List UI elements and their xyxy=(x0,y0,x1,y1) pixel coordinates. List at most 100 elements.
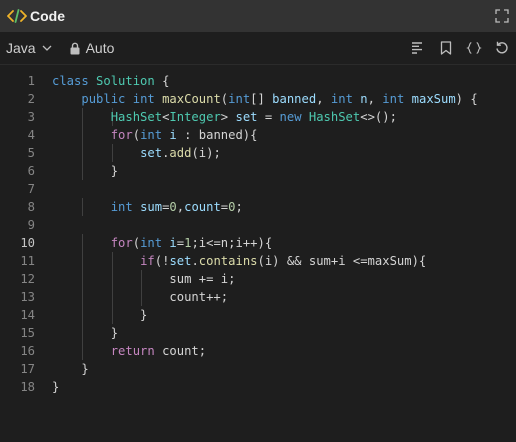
code-token: class xyxy=(52,74,89,88)
code-line[interactable]: 15 } xyxy=(0,324,516,342)
code-token: contains xyxy=(198,254,258,268)
line-number: 14 xyxy=(20,308,35,322)
code-line[interactable]: 5 set.add(i); xyxy=(0,144,516,162)
code-line[interactable]: 10 for(int i=1;i<=n;i++){ xyxy=(0,234,516,252)
line-number: 13 xyxy=(20,290,35,304)
code-token: for xyxy=(110,236,133,250)
code-token: int xyxy=(140,236,163,250)
line-number: 1 xyxy=(27,74,35,88)
code-token: count xyxy=(184,200,221,214)
code-line[interactable]: 9 xyxy=(0,216,516,234)
code-token: } xyxy=(52,362,89,376)
code-token: if xyxy=(140,254,155,268)
code-text: sum += i; xyxy=(52,270,235,288)
chevron-down-icon xyxy=(41,42,53,54)
code-token: set xyxy=(169,254,192,268)
code-line[interactable]: 11 if(!set.contains(i) && sum+i <=maxSum… xyxy=(0,252,516,270)
code-token: public xyxy=(81,92,126,106)
fullscreen-icon[interactable] xyxy=(494,8,510,24)
code-text: } xyxy=(52,378,59,396)
code-token: > xyxy=(220,110,236,124)
code-token: count; xyxy=(154,344,207,358)
code-token: banned xyxy=(272,92,317,106)
code-text: } xyxy=(52,360,89,378)
code-line[interactable]: 16 return count; xyxy=(0,342,516,360)
line-number: 10 xyxy=(20,236,35,250)
panel-header: Code xyxy=(0,0,516,32)
code-line[interactable]: 18} xyxy=(0,378,516,396)
autocomplete-mode[interactable]: Auto xyxy=(86,40,115,56)
code-token: ;i<=n;i++){ xyxy=(191,236,273,250)
line-number: 5 xyxy=(27,146,35,160)
code-token: } xyxy=(52,326,119,340)
code-text: if(!set.contains(i) && sum+i <=maxSum){ xyxy=(52,252,426,270)
line-number: 2 xyxy=(27,92,35,106)
code-token: } xyxy=(52,164,119,178)
code-token: (! xyxy=(154,254,170,268)
code-token: HashSet xyxy=(110,110,163,124)
lock-icon xyxy=(69,42,81,55)
toolbar-actions xyxy=(410,40,510,56)
code-line[interactable]: 6 } xyxy=(0,162,516,180)
code-text: set.add(i); xyxy=(52,144,221,162)
code-line[interactable]: 4 for(int i : banned){ xyxy=(0,126,516,144)
braces-icon[interactable] xyxy=(466,40,482,56)
line-number: 15 xyxy=(20,326,35,340)
code-token: i xyxy=(169,236,177,250)
code-token: 0 xyxy=(169,200,177,214)
language-select[interactable]: Java xyxy=(6,40,53,56)
code-token: ( xyxy=(132,236,141,250)
code-text: HashSet<Integer> set = new HashSet<>(); xyxy=(52,108,397,126)
reset-icon[interactable] xyxy=(494,40,510,56)
code-text: public int maxCount(int[] banned, int n,… xyxy=(52,90,478,108)
code-token: HashSet xyxy=(308,110,361,124)
line-number: 12 xyxy=(20,272,35,286)
line-number: 4 xyxy=(27,128,35,142)
code-token: Solution xyxy=(96,74,155,88)
code-token: i xyxy=(169,128,177,142)
code-line[interactable]: 14 } xyxy=(0,306,516,324)
code-text: } xyxy=(52,162,118,180)
code-token: <>(); xyxy=(360,110,397,124)
code-line[interactable]: 12 sum += i; xyxy=(0,270,516,288)
code-line[interactable]: 7 xyxy=(0,180,516,198)
code-line[interactable]: 2 public int maxCount(int[] banned, int … xyxy=(0,90,516,108)
bookmark-icon[interactable] xyxy=(438,40,454,56)
code-line[interactable]: 17 } xyxy=(0,360,516,378)
code-token: { xyxy=(154,74,170,88)
code-token: : banned){ xyxy=(176,128,258,142)
code-text: } xyxy=(52,306,147,324)
line-number: 16 xyxy=(20,344,35,358)
code-text: for(int i=1;i<=n;i++){ xyxy=(52,234,272,252)
code-line[interactable]: 1 class Solution { xyxy=(0,72,516,90)
code-text: return count; xyxy=(52,342,206,360)
code-line[interactable]: 8 int sum=0,count=0; xyxy=(0,198,516,216)
format-icon[interactable] xyxy=(410,40,426,56)
code-token: maxSum xyxy=(411,92,456,106)
code-line[interactable]: 13 count++; xyxy=(0,288,516,306)
line-number: 18 xyxy=(20,380,35,394)
code-token: return xyxy=(110,344,155,358)
code-token: int xyxy=(382,92,405,106)
code-token: = xyxy=(176,236,185,250)
code-text: } xyxy=(52,324,118,342)
code-token: } xyxy=(52,380,60,394)
code-line[interactable]: 3 HashSet<Integer> set = new HashSet<>()… xyxy=(0,108,516,126)
code-token: ) { xyxy=(455,92,478,106)
code-token: for xyxy=(110,128,133,142)
line-number: 3 xyxy=(27,110,35,124)
code-text: for(int i : banned){ xyxy=(52,126,258,144)
editor-toolbar: Java Auto xyxy=(0,32,516,65)
line-number: 7 xyxy=(27,182,35,196)
code-token: int xyxy=(228,92,251,106)
code-editor[interactable]: 1 class Solution {2 public int maxCount(i… xyxy=(0,72,516,396)
code-token: sum xyxy=(140,200,163,214)
code-token: int xyxy=(110,200,133,214)
